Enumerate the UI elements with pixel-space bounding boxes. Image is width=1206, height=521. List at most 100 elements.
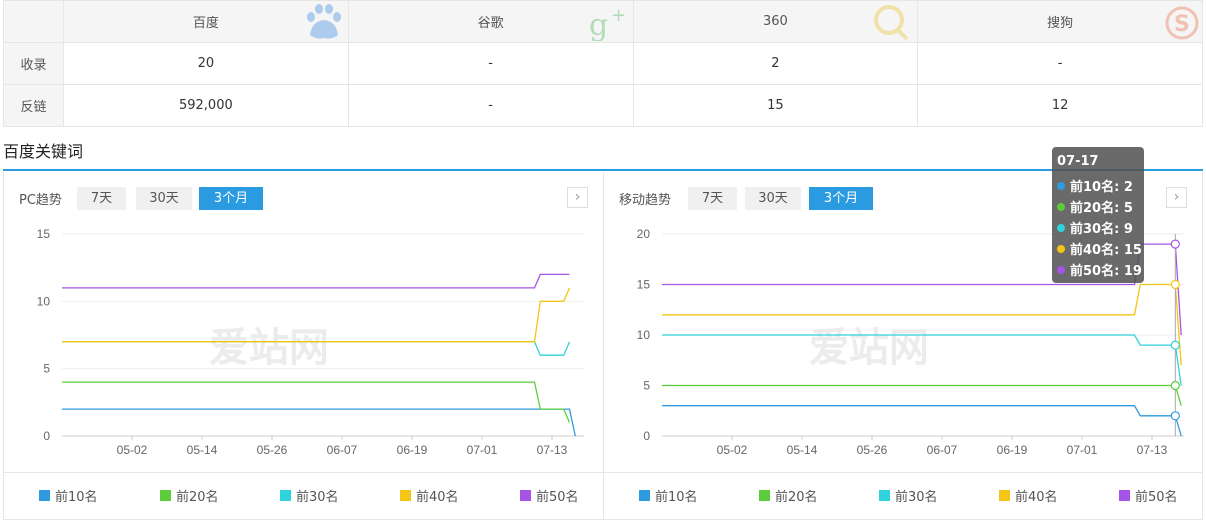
series-line-3 [662,334,1182,386]
x-tick-label: 07-13 [1137,443,1168,457]
y-tick-label: 0 [43,429,50,443]
stat-value[interactable]: 20 [63,42,349,85]
range-7d-button[interactable]: 7天 [77,187,126,210]
legend-swatch [639,490,650,501]
hover-point [1170,239,1180,249]
row-label: 收录 [3,42,64,85]
hover-point [1170,411,1180,421]
legend-item-top20[interactable]: 前20名 [160,486,219,505]
next-arrow-button[interactable]: › [1166,187,1187,208]
legend-label: 前40名 [1015,490,1058,505]
y-tick-label: 5 [643,379,650,393]
svg-text:+: + [611,5,626,26]
stat-value: - [347,84,634,127]
legend-item-top40[interactable]: 前40名 [400,486,459,505]
range-7d-button[interactable]: 7天 [688,187,737,210]
y-tick-label: 10 [37,294,51,308]
legend-label: 前30名 [895,490,938,505]
svg-text:g: g [589,8,608,41]
next-arrow-button[interactable]: › [567,187,588,208]
chart-title: 移动趋势 [619,193,672,208]
legend-swatch [160,490,171,501]
legend-item-top10[interactable]: 前10名 [39,486,98,505]
tooltip-row: 前30名: 9 [1057,218,1133,237]
range-30d-button[interactable]: 30天 [136,187,192,210]
chart-legend: 前10名 前20名 前30名 前40名 前50名 [4,472,603,521]
x-tick-label: 05-14 [187,443,218,457]
x-tick-label: 06-07 [927,443,958,457]
x-tick-label: 05-02 [117,443,148,457]
sogou-s-icon: S [1165,6,1199,40]
series-dot [1057,244,1065,253]
legend-item-top50[interactable]: 前50名 [1119,486,1178,505]
range-30d-button[interactable]: 30天 [745,187,801,210]
tooltip-label: 前50名: 19 [1070,264,1142,279]
legend-item-top40[interactable]: 前40名 [999,486,1058,505]
engine-sogou-header: 搜狗 S [917,0,1203,43]
tooltip-row: 前20名: 5 [1057,197,1133,216]
legend-item-top30[interactable]: 前30名 [280,486,339,505]
stats-row-indexed: 收录 20 - 2 - [3,42,1203,85]
series-line-2 [62,381,571,423]
hover-point [1170,340,1180,350]
legend-item-top10[interactable]: 前10名 [639,486,698,505]
stat-value[interactable]: 15 [632,84,919,127]
legend-label: 前20名 [176,490,219,505]
series-line-1 [62,408,576,437]
search-engine-stats-table: 百度 谷歌 g + 360 搜狗 S 收录 20 - 2 - 反链 592,00… [3,0,1203,127]
stats-corner-cell [3,0,64,43]
x-tick-label: 06-07 [327,443,358,457]
engine-name: 360 [762,14,788,29]
series-dot [1057,223,1065,232]
series-line-3 [62,341,571,356]
legend-label: 前10名 [655,490,698,505]
stat-value[interactable]: 12 [917,84,1203,127]
legend-swatch [759,490,770,501]
y-tick-label: 10 [637,328,651,342]
engine-360-header: 360 [632,0,919,43]
stat-value[interactable]: 592,000 [63,84,349,127]
series-line-4 [62,287,571,343]
hover-point [1170,380,1180,391]
row-label: 反链 [3,84,64,127]
x-tick-label: 05-02 [717,443,748,457]
x-tick-label: 05-26 [257,443,288,457]
legend-item-top50[interactable]: 前50名 [520,486,579,505]
series-line-5 [62,273,570,289]
legend-label: 前20名 [775,490,818,505]
engine-google-header: 谷歌 g + [347,0,634,43]
legend-label: 前40名 [416,490,459,505]
y-tick-label: 20 [637,227,651,241]
stat-value: - [347,42,634,85]
x-tick-label: 07-01 [1067,443,1098,457]
chart-legend: 前10名 前20名 前30名 前40名 前50名 [604,472,1202,521]
x-tick-label: 06-19 [997,443,1028,457]
tooltip-label: 前30名: 9 [1070,222,1133,237]
legend-swatch [39,490,50,501]
legend-label: 前50名 [536,490,579,505]
range-3m-button[interactable]: 3个月 [809,187,873,210]
legend-swatch [280,490,291,501]
legend-item-top20[interactable]: 前20名 [759,486,818,505]
stat-value[interactable]: 2 [632,42,919,85]
x-tick-label: 07-13 [537,443,568,457]
legend-item-top30[interactable]: 前30名 [879,486,938,505]
svg-text:S: S [1174,12,1190,37]
x-tick-label: 06-19 [397,443,428,457]
legend-swatch [999,490,1010,501]
section-title: 百度关键词 [3,142,84,161]
baidu-paw-icon [306,4,341,39]
stats-row-backlinks: 反链 592,000 - 15 12 [3,84,1203,127]
tooltip-label: 前20名: 5 [1070,201,1133,216]
chart-tooltip: 07-17 前10名: 2 前20名: 5 前30名: 9 前40名: 15 前… [1052,147,1144,283]
range-3m-button[interactable]: 3个月 [199,187,263,210]
google-plus-icon: g + [589,5,626,41]
x-tick-label: 05-14 [787,443,818,457]
legend-label: 前30名 [296,490,339,505]
section-divider [3,169,1203,171]
legend-swatch [520,490,531,501]
chevron-right-icon: › [574,189,581,205]
x-tick-label: 07-01 [467,443,498,457]
legend-swatch [1119,490,1130,501]
tooltip-label: 前10名: 2 [1070,180,1133,195]
